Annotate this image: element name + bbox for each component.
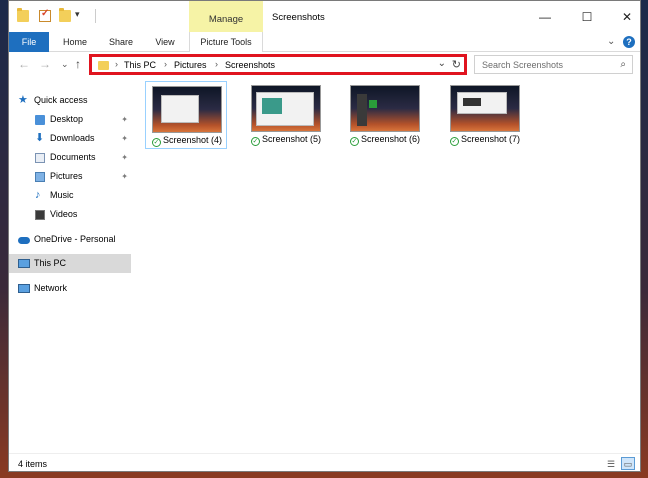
- sidebar-item-downloads[interactable]: ⬇ Downloads ✦: [9, 129, 131, 148]
- refresh-icon[interactable]: ↻: [452, 58, 461, 71]
- navigation-pane: ★ Quick access Desktop ✦ ⬇ Downloads ✦ D…: [9, 85, 131, 445]
- pin-icon[interactable]: ✦: [121, 167, 128, 186]
- search-box[interactable]: Search Screenshots ⌕: [474, 55, 633, 74]
- documents-folder-icon: [35, 153, 45, 163]
- onedrive-cloud-icon: [18, 237, 30, 244]
- file-explorer-window: ▾ Manage Screenshots — ☐ ✕ File Home Sha…: [8, 0, 641, 472]
- sidebar-item-onedrive[interactable]: OneDrive - Personal: [9, 230, 131, 249]
- sidebar-item-desktop[interactable]: Desktop ✦: [9, 110, 131, 129]
- folder-icon: [98, 61, 109, 70]
- image-thumbnail: [152, 86, 222, 133]
- image-thumbnail: [350, 85, 420, 132]
- breadcrumb-pictures[interactable]: Pictures: [174, 60, 207, 70]
- item-count: 4 items: [18, 459, 48, 469]
- tab-picture-tools[interactable]: Picture Tools: [189, 32, 263, 52]
- file-tile[interactable]: ✓ Screenshot (6): [344, 81, 426, 149]
- search-placeholder: Search Screenshots: [482, 60, 564, 70]
- ribbon-tabs: File Home Share View Picture Tools ⌄ ?: [9, 32, 640, 52]
- sidebar-item-videos[interactable]: Videos: [9, 205, 131, 224]
- forward-button[interactable]: →: [39, 57, 51, 71]
- window-title: Screenshots: [272, 12, 325, 23]
- tab-file[interactable]: File: [9, 32, 49, 52]
- sidebar-item-label: Pictures: [50, 171, 83, 181]
- sidebar-item-label: Network: [34, 283, 68, 293]
- sidebar-item-label: Documents: [50, 152, 96, 162]
- sync-status-icon: ✓: [349, 137, 359, 146]
- sidebar-item-label: Videos: [50, 209, 78, 219]
- details-view-icon[interactable]: ☰: [604, 457, 618, 470]
- sidebar-item-music[interactable]: ♪ Music: [9, 186, 131, 205]
- file-name: ✓ Screenshot (4): [151, 135, 223, 147]
- sidebar-item-label: Downloads: [50, 133, 95, 143]
- downloads-folder-icon: ⬇: [35, 132, 45, 144]
- expand-ribbon-chevron-icon[interactable]: ⌄: [607, 36, 615, 47]
- folder-icon[interactable]: [17, 8, 29, 22]
- sync-status-icon: ✓: [250, 137, 260, 146]
- address-bar[interactable]: › This PC › Pictures › Screenshots ⌄ ↻: [89, 54, 467, 75]
- pictures-folder-icon: [35, 172, 45, 182]
- tab-view[interactable]: View: [145, 32, 185, 52]
- status-bar: 4 items ☰ ▭: [9, 453, 640, 472]
- sidebar-item-label: This PC: [34, 258, 67, 268]
- breadcrumb-separator[interactable]: ›: [115, 59, 118, 69]
- file-list: ✓ Screenshot (4) ✓ Screenshot (5) ✓ Screens…: [139, 81, 639, 441]
- sidebar-item-documents[interactable]: Documents ✦: [9, 148, 131, 167]
- recent-locations-dropdown[interactable]: ⌄: [61, 59, 69, 70]
- image-thumbnail: [450, 85, 520, 132]
- sidebar-item-quick-access[interactable]: ★ Quick access: [9, 91, 131, 110]
- breadcrumb-this-pc[interactable]: This PC: [124, 60, 156, 70]
- sync-status-icon: ✓: [151, 138, 161, 147]
- close-button[interactable]: ✕: [612, 7, 642, 27]
- help-icon: ?: [623, 36, 635, 48]
- maximize-button[interactable]: ☐: [572, 7, 602, 27]
- help-button[interactable]: ?: [623, 36, 635, 48]
- navigation-bar: ← → ⌄ ↑ › This PC › Pictures › Screensho…: [9, 52, 640, 76]
- sidebar-item-label: Music: [50, 190, 74, 200]
- file-tile[interactable]: ✓ Screenshot (4): [145, 81, 227, 149]
- image-thumbnail: [251, 85, 321, 132]
- pin-icon[interactable]: ✦: [121, 110, 128, 129]
- star-icon: ★: [18, 94, 28, 106]
- new-folder-icon[interactable]: [59, 8, 71, 22]
- file-tile[interactable]: ✓ Screenshot (5): [245, 81, 327, 149]
- tab-share[interactable]: Share: [101, 32, 141, 52]
- large-icons-view-icon[interactable]: ▭: [621, 457, 635, 470]
- pin-icon[interactable]: ✦: [121, 129, 128, 148]
- title-bar: ▾ Manage Screenshots — ☐ ✕: [9, 1, 640, 32]
- up-button[interactable]: ↑: [75, 57, 81, 71]
- toolbar-divider: [95, 9, 96, 23]
- manage-context-tab[interactable]: Manage: [189, 1, 263, 32]
- breadcrumb-separator[interactable]: ›: [215, 59, 218, 69]
- this-pc-icon: [18, 259, 30, 268]
- sidebar-item-network[interactable]: Network: [9, 279, 131, 298]
- sidebar-item-label: OneDrive - Personal: [34, 234, 116, 244]
- desktop-folder-icon: [35, 115, 45, 125]
- address-history-chevron-icon[interactable]: ⌄: [438, 58, 446, 69]
- breadcrumb-separator[interactable]: ›: [164, 59, 167, 69]
- properties-icon[interactable]: [39, 8, 51, 22]
- file-name: ✓ Screenshot (6): [349, 134, 421, 146]
- minimize-button[interactable]: —: [530, 7, 560, 27]
- search-icon: ⌕: [620, 59, 626, 70]
- sidebar-item-label: Desktop: [50, 114, 84, 124]
- customize-quick-access-dropdown[interactable]: ▾: [75, 9, 80, 20]
- sidebar-item-pictures[interactable]: Pictures ✦: [9, 167, 131, 186]
- sync-status-icon: ✓: [449, 137, 459, 146]
- network-icon: [18, 284, 30, 293]
- back-button[interactable]: ←: [18, 57, 30, 71]
- tab-home[interactable]: Home: [55, 32, 95, 52]
- breadcrumb-screenshots[interactable]: Screenshots: [225, 60, 275, 70]
- file-name: ✓ Screenshot (7): [449, 134, 521, 146]
- sidebar-item-label: Quick access: [34, 95, 88, 105]
- videos-folder-icon: [35, 210, 45, 220]
- sidebar-item-this-pc[interactable]: This PC: [9, 254, 131, 273]
- pin-icon[interactable]: ✦: [121, 148, 128, 167]
- file-name: ✓ Screenshot (5): [250, 134, 322, 146]
- music-folder-icon: ♪: [35, 189, 41, 201]
- file-tile[interactable]: ✓ Screenshot (7): [444, 81, 526, 149]
